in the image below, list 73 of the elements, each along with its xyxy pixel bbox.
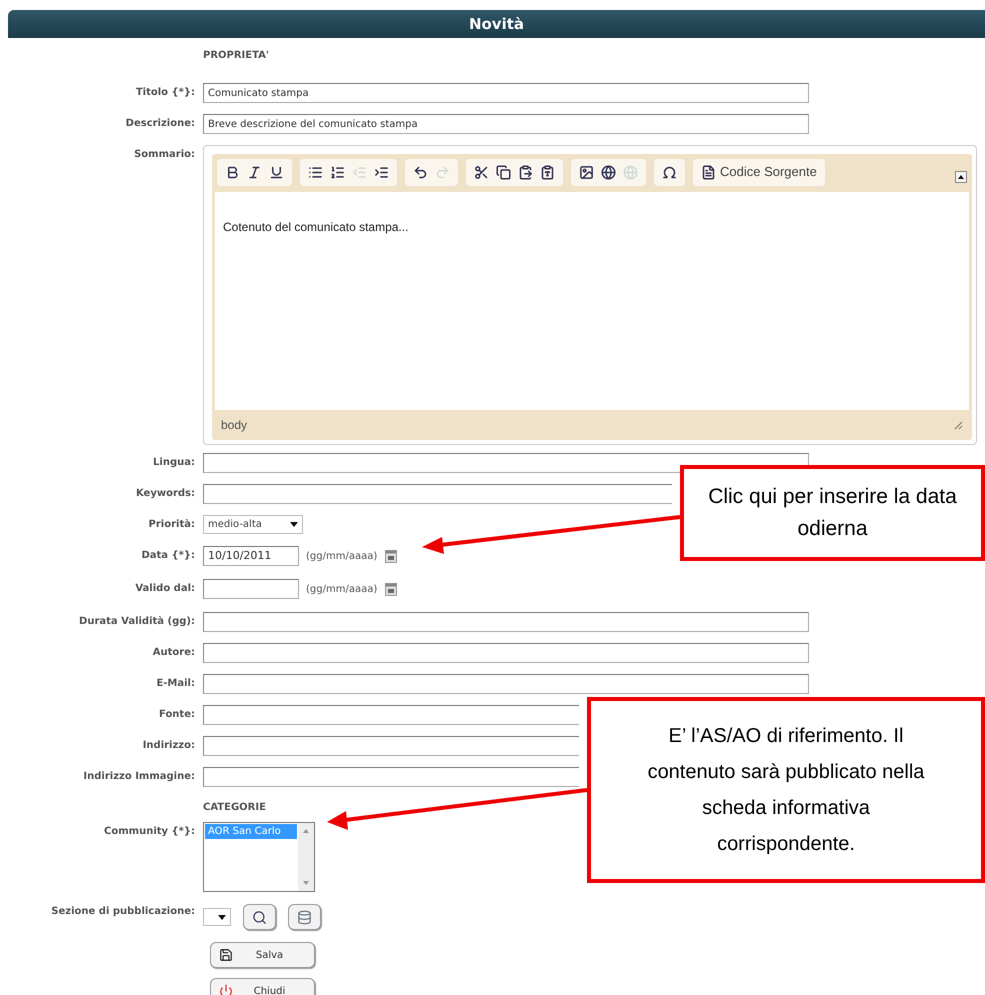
- outdent-icon: [352, 164, 367, 180]
- date-format-hint: (gg/mm/aaaa): [306, 582, 378, 596]
- field-label: Descrizione:: [126, 118, 195, 129]
- field-label: Data {*}:: [141, 550, 195, 561]
- field-label: Keywords:: [136, 488, 195, 499]
- editor-text: Cotenuto del comunicato stampa...: [223, 220, 408, 234]
- save-button[interactable]: Salva: [210, 942, 315, 968]
- field-label: E-Mail:: [156, 678, 195, 689]
- callout-text: E’ l’AS/AO di riferimento. Il contenuto sarà pubblicato nella scheda informativa corrispondente.: [646, 724, 926, 857]
- omega-icon: [662, 164, 677, 180]
- text-field[interactable]: [203, 484, 672, 504]
- calendar-icon[interactable]: [385, 582, 398, 596]
- date-field[interactable]: [203, 579, 299, 599]
- search-button[interactable]: [243, 904, 276, 930]
- text-field[interactable]: [203, 643, 809, 663]
- redo-icon: [435, 164, 450, 180]
- italic-icon: [247, 164, 262, 180]
- editor-content-area[interactable]: Cotenuto del comunicato stampa...: [215, 192, 969, 410]
- calendar-icon[interactable]: [385, 548, 398, 564]
- scissors-icon: [474, 164, 489, 180]
- text-field[interactable]: [203, 612, 809, 632]
- document-button[interactable]: Codice Sorgente: [699, 161, 819, 183]
- collapse-button[interactable]: [955, 171, 967, 183]
- field-label: Valido dal:: [135, 583, 195, 594]
- page-title: Novità: [468, 14, 524, 35]
- paste-text-icon: [540, 164, 555, 180]
- bold-icon: [225, 164, 240, 180]
- field-label: Sezione di pubblicazione:: [51, 906, 195, 917]
- resize-grip-icon[interactable]: [953, 420, 963, 430]
- priority-dropdown[interactable]: medio-alta: [203, 515, 303, 534]
- field-label: Lingua:: [153, 457, 195, 468]
- field-label: Priorità:: [148, 519, 195, 530]
- globe-icon: [623, 164, 638, 180]
- date-field[interactable]: 10/10/2011: [203, 546, 299, 566]
- text-field[interactable]: [203, 674, 809, 694]
- underline-icon: [269, 164, 284, 180]
- section-heading: CATEGORIE: [203, 801, 266, 815]
- search-icon: [252, 910, 267, 924]
- field-label: Indirizzo:: [142, 740, 195, 751]
- callout-text: Clic qui per inserire la data odierna: [707, 484, 958, 542]
- text-field[interactable]: [203, 705, 579, 725]
- image-icon: [579, 164, 594, 180]
- field-label: Sommario:: [134, 149, 195, 160]
- field-label: Autore:: [152, 647, 195, 658]
- indent-icon: [374, 164, 389, 180]
- field-label: Indirizzo Immagine:: [83, 771, 195, 782]
- status-path: body: [221, 417, 248, 434]
- numbered-list-icon: [330, 164, 345, 180]
- field-label: Durata Validità (gg):: [79, 616, 195, 627]
- database-icon: [297, 910, 312, 924]
- text-field[interactable]: [203, 736, 579, 756]
- section-heading: PROPRIETA': [203, 49, 269, 63]
- caret-icon: [218, 914, 226, 920]
- undo-icon: [413, 164, 428, 180]
- field-label: Titolo {*}:: [136, 87, 195, 98]
- field-label: Fonte:: [159, 709, 195, 720]
- bullet-list-icon: [308, 164, 323, 180]
- close-button[interactable]: Chiudi: [210, 978, 315, 995]
- globe-icon: [601, 164, 616, 180]
- document-icon: [701, 164, 716, 180]
- arrow-up-icon: [958, 175, 964, 179]
- power-icon: [219, 984, 233, 995]
- copy-icon: [496, 164, 511, 180]
- caret-icon: [290, 522, 298, 527]
- text-field[interactable]: [203, 767, 579, 787]
- text-field[interactable]: Comunicato stampa: [203, 83, 809, 103]
- text-field[interactable]: [203, 453, 809, 473]
- date-format-hint: (gg/mm/aaaa): [306, 550, 378, 564]
- paste-icon: [518, 164, 533, 180]
- save-icon: [219, 948, 233, 962]
- field-label: Community {*}:: [104, 826, 195, 837]
- text-field[interactable]: Breve descrizione del comunicato stampa: [203, 114, 809, 134]
- section-dropdown[interactable]: [203, 908, 231, 926]
